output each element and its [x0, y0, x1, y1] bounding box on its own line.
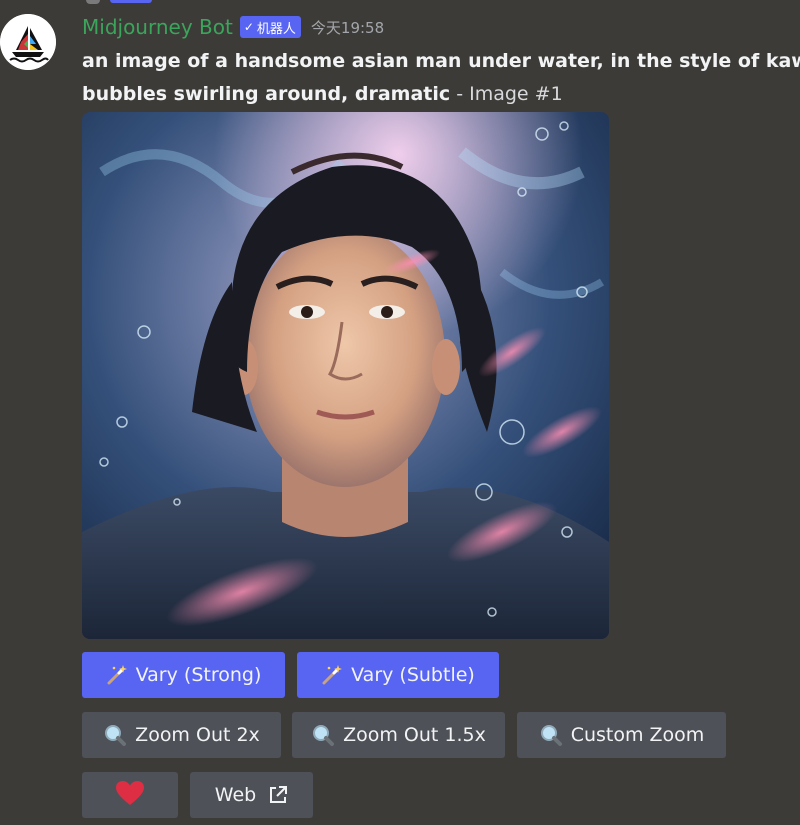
vary-subtle-label: Vary (Subtle)	[351, 664, 475, 686]
image-number: - Image #1	[450, 83, 563, 105]
vary-subtle-button[interactable]: Vary (Subtle)	[297, 652, 499, 698]
custom-zoom-label: Custom Zoom	[570, 724, 705, 746]
magic-wand-icon	[321, 664, 343, 686]
portrait-image	[82, 112, 609, 639]
zoom-out-1.5x-label: Zoom Out 1.5x	[343, 724, 486, 746]
verified-check-icon: ✓	[243, 20, 254, 34]
bot-tag: ✓ 机器人	[239, 16, 301, 38]
sailboat-logo-icon	[0, 14, 56, 70]
external-link-icon	[268, 785, 288, 805]
zoom-out-1.5x-button[interactable]: Zoom Out 1.5x	[292, 712, 505, 758]
magnifier-icon	[103, 723, 127, 747]
prompt-text-bold-1: an image of a handsome asian man under w…	[82, 50, 800, 72]
favorite-button[interactable]	[82, 772, 178, 818]
stub-badge-edge	[110, 0, 152, 3]
magnifier-icon	[311, 723, 335, 747]
web-label: Web	[214, 784, 257, 806]
stub-avatar-edge	[86, 0, 100, 4]
heart-icon	[115, 780, 145, 811]
magic-wand-icon	[106, 664, 128, 686]
web-link-button[interactable]: Web	[190, 772, 313, 818]
generated-image[interactable]	[82, 112, 609, 639]
username[interactable]: Midjourney Bot	[82, 15, 233, 39]
vary-strong-label: Vary (Strong)	[135, 664, 262, 686]
bot-avatar[interactable]	[0, 14, 56, 70]
message-header: Midjourney Bot ✓ 机器人 今天19:58	[82, 12, 384, 42]
zoom-out-2x-label: Zoom Out 2x	[135, 724, 260, 746]
prompt-line-2: bubbles swirling around, dramatic - Imag…	[82, 78, 800, 111]
prompt-line-1: an image of a handsome asian man under w…	[82, 45, 800, 78]
vary-strong-button[interactable]: Vary (Strong)	[82, 652, 285, 698]
zoom-out-2x-button[interactable]: Zoom Out 2x	[82, 712, 281, 758]
bot-tag-label: 机器人	[256, 21, 296, 37]
magnifier-icon	[539, 723, 563, 747]
timestamp[interactable]: 今天19:58	[311, 17, 384, 38]
previous-message-stub	[0, 0, 800, 6]
custom-zoom-button[interactable]: Custom Zoom	[517, 712, 726, 758]
prompt-text-bold-2: bubbles swirling around, dramatic	[82, 83, 451, 105]
prompt-text: an image of a handsome asian man under w…	[82, 45, 800, 111]
